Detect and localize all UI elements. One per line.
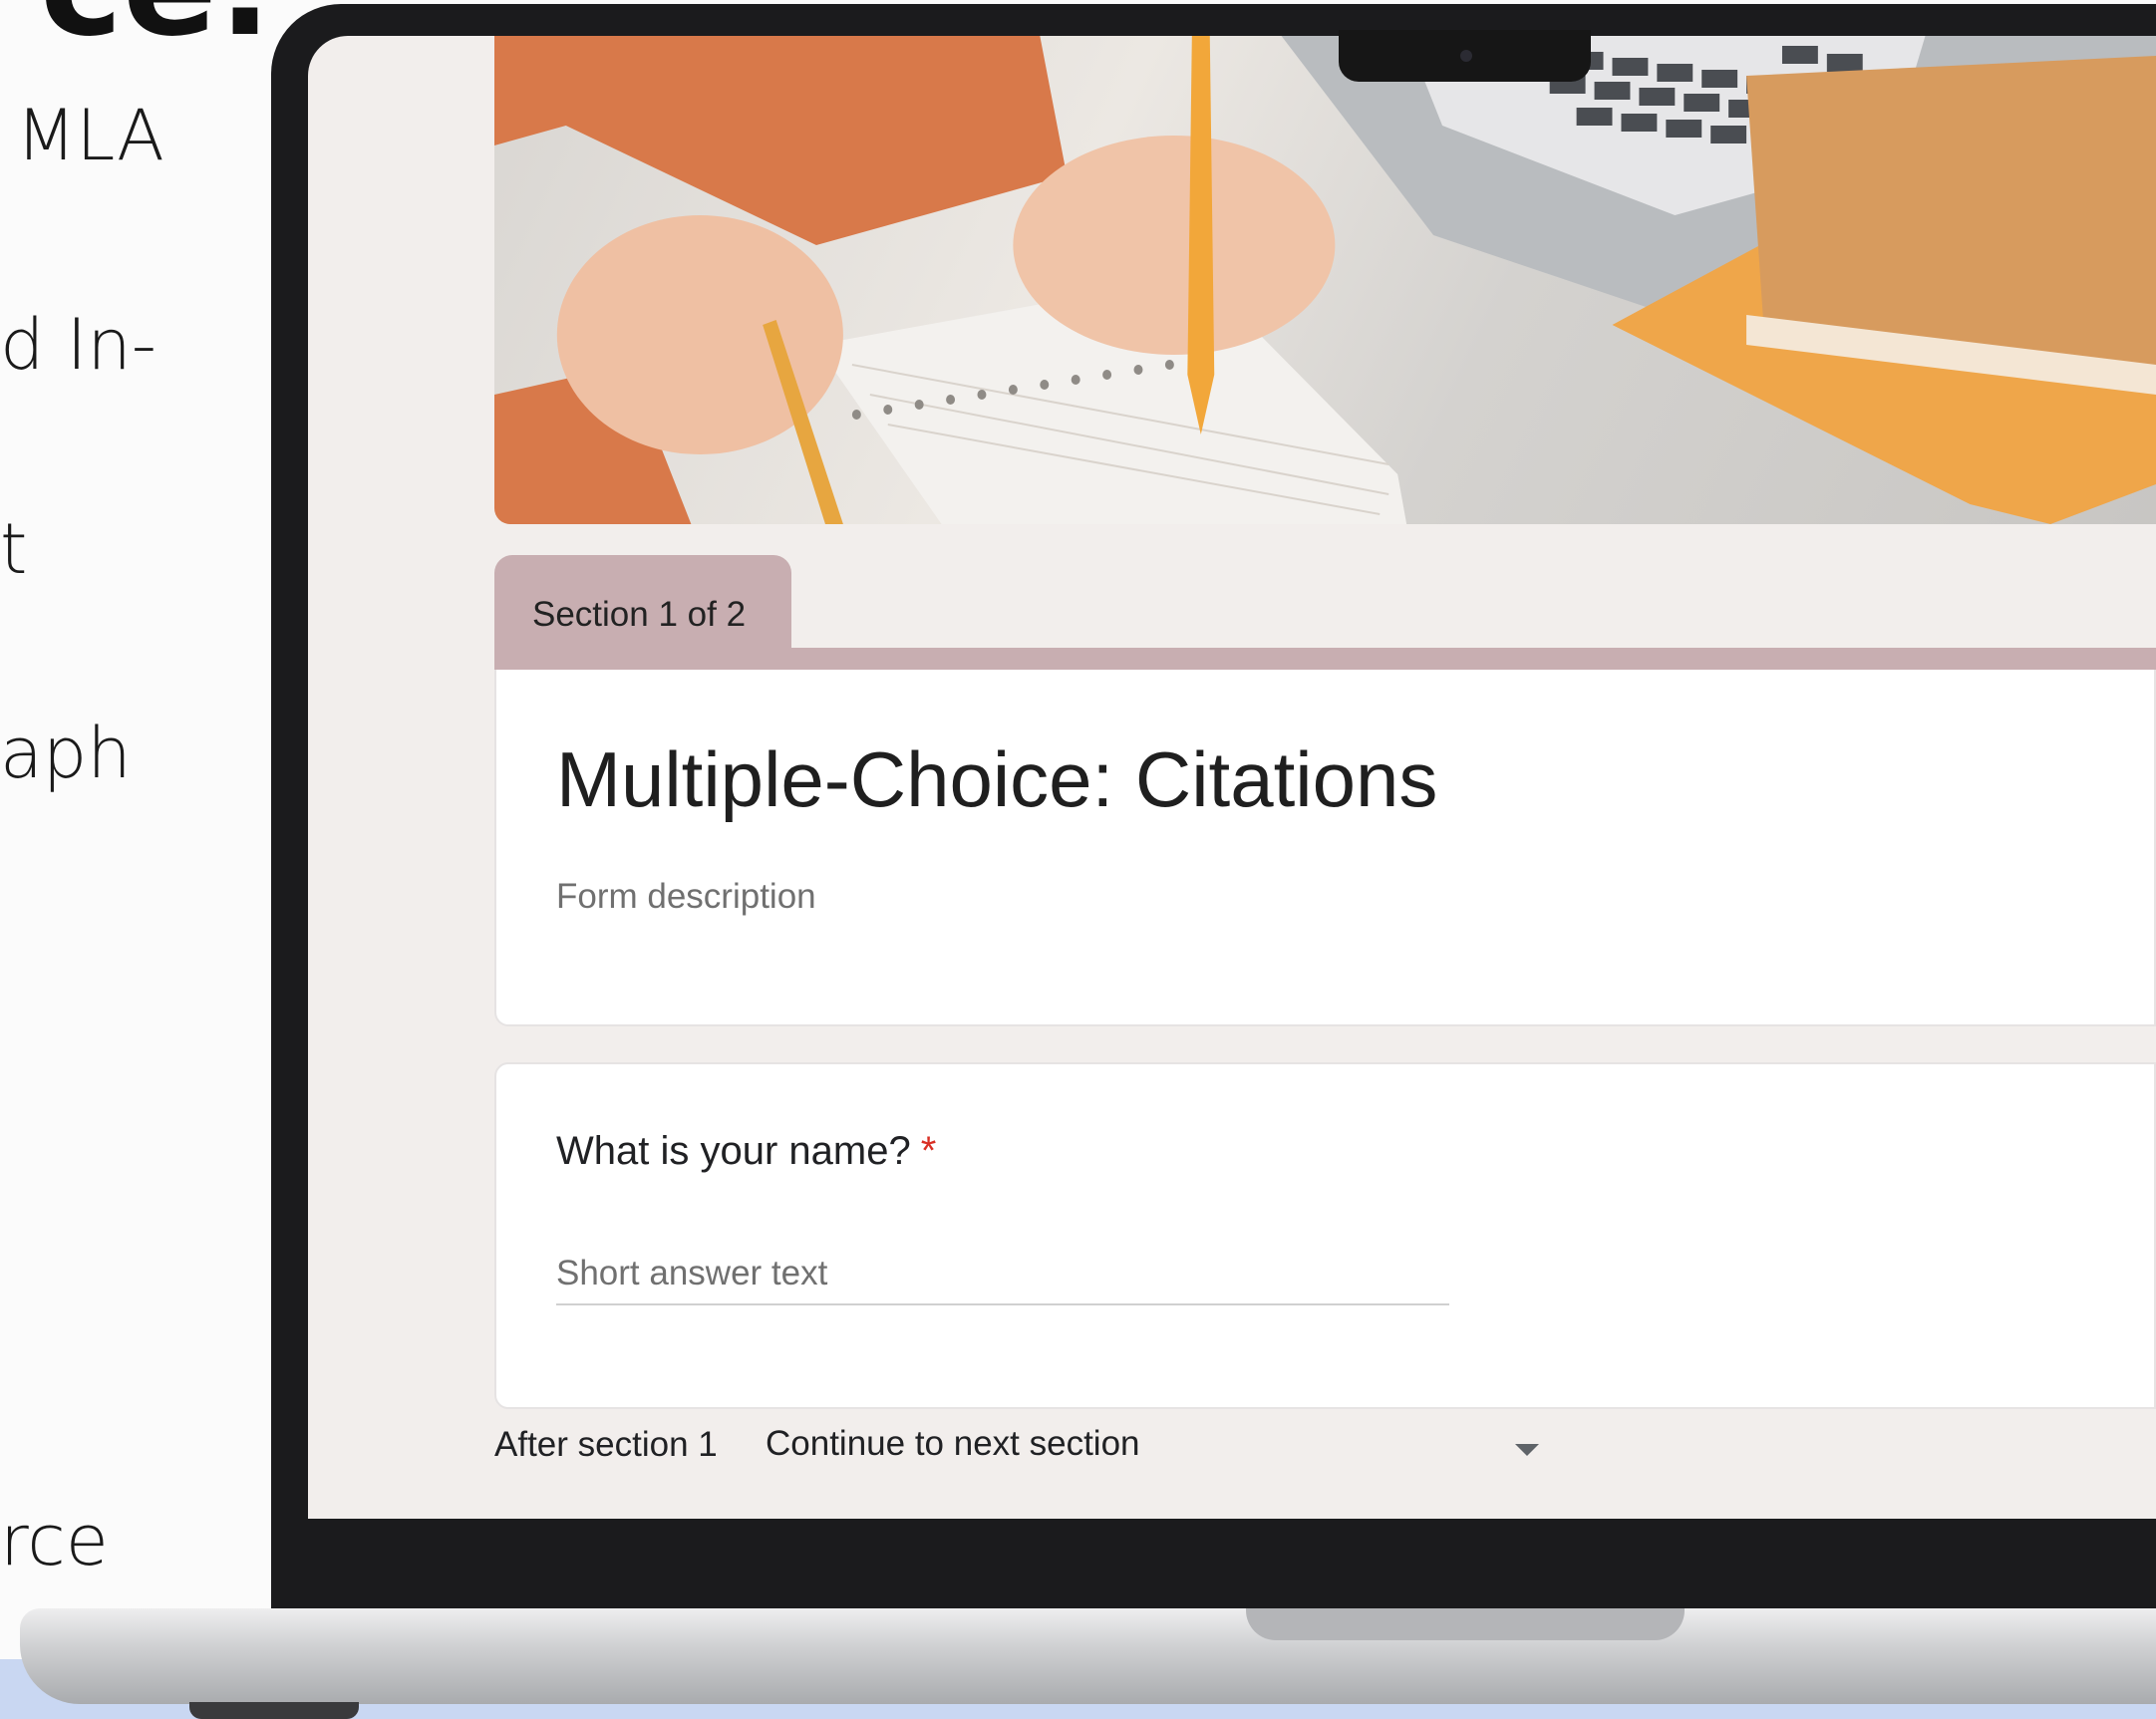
side-line-in: d In- <box>0 304 156 386</box>
side-line-rce: rce <box>0 1500 109 1581</box>
question-card[interactable]: What is your name? * Short answer text <box>494 1062 2156 1409</box>
question-text: What is your name? <box>556 1129 911 1173</box>
side-line-mla: MLA <box>16 95 164 176</box>
side-heading: ce: <box>40 0 273 68</box>
laptop-screen: Section 1 of 2 Multiple-Choice: Citation… <box>308 36 2156 1519</box>
after-section-label: After section 1 <box>494 1425 718 1464</box>
laptop-base <box>20 1608 2156 1704</box>
side-line-aph: aph <box>0 713 132 794</box>
section-label: Section 1 of 2 <box>532 595 747 634</box>
side-line-t: t <box>0 508 28 590</box>
camera-notch <box>1339 30 1591 82</box>
laptop-foot <box>189 1702 359 1719</box>
question-label: What is your name? * <box>556 1129 936 1174</box>
after-section-selected: Continue to next section <box>766 1424 1140 1463</box>
camera-icon <box>1460 50 1472 62</box>
short-answer-placeholder: Short answer text <box>556 1254 828 1292</box>
dropdown-caret-icon[interactable] <box>1515 1444 1539 1456</box>
form-title-card[interactable]: Multiple-Choice: Citations Form descript… <box>494 670 2156 1026</box>
required-asterisk: * <box>920 1129 937 1173</box>
header-image <box>494 36 2156 524</box>
form-title[interactable]: Multiple-Choice: Citations <box>556 734 1437 825</box>
short-answer-field[interactable]: Short answer text <box>556 1246 1449 1305</box>
after-section-dropdown[interactable]: Continue to next section <box>766 1424 1539 1474</box>
form-description-field[interactable]: Form description <box>556 877 816 917</box>
laptop-lip <box>1246 1608 1685 1640</box>
section-accent-bar <box>494 648 2156 670</box>
